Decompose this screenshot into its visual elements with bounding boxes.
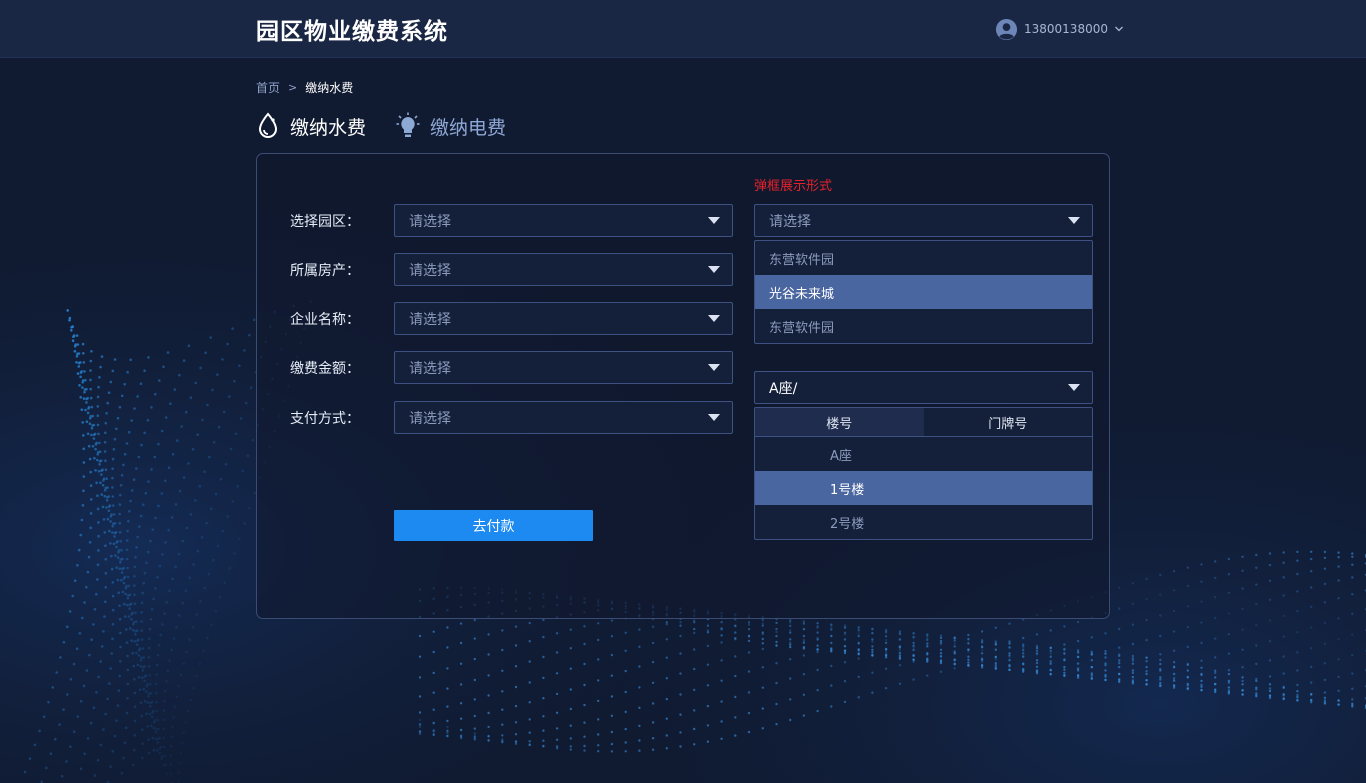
demo-park-select-box: 请选择 — [754, 204, 1093, 237]
breadcrumb-separator: > — [288, 81, 298, 94]
demo-park-select-placeholder: 请选择 — [769, 213, 811, 230]
pay-button[interactable]: 去付款 — [394, 510, 593, 541]
cascader-tab-door-number[interactable]: 门牌号 — [924, 408, 1093, 436]
top-bar: 园区物业缴费系统 13800138000 — [0, 0, 1366, 58]
payment-method-label: 支付方式： — [290, 410, 360, 427]
caret-down-icon — [1068, 384, 1080, 391]
caret-down-icon — [708, 266, 720, 273]
park-options-list: 东营软件园 光谷未来城 东营软件园 — [754, 240, 1093, 344]
demo-park-select[interactable]: 请选择 — [754, 204, 1093, 237]
form-row-park: 选择园区： 请选择 — [290, 204, 733, 237]
building-cascader: 楼号 门牌号 A座 1号楼 2号楼 — [754, 407, 1093, 540]
caret-down-icon — [708, 217, 720, 224]
park-select-placeholder: 请选择 — [409, 213, 451, 230]
company-label: 企业名称： — [290, 311, 360, 328]
cascader-tab-building[interactable]: 楼号 — [755, 408, 924, 436]
tab-water-fee[interactable]: 缴纳水费 — [256, 112, 366, 140]
chevron-down-icon — [1115, 26, 1123, 32]
form-row-property: 所属房产： 请选择 — [290, 253, 733, 286]
demo-building-select[interactable]: A座/ — [754, 371, 1093, 404]
tab-water-fee-label: 缴纳水费 — [290, 116, 367, 139]
popup-demo-note: 弹框展示形式 — [754, 179, 833, 194]
caret-down-icon — [1068, 217, 1080, 224]
demo-building-select-value: A座/ — [769, 380, 798, 397]
form-row-payment-method: 支付方式： 请选择 — [290, 401, 733, 434]
park-option[interactable]: 东营软件园 — [755, 309, 1092, 343]
breadcrumb-current: 缴纳水费 — [305, 81, 354, 95]
breadcrumb-home[interactable]: 首页 — [256, 79, 280, 96]
user-avatar-icon — [995, 18, 1018, 40]
tab-electric-fee[interactable]: 缴纳电费 — [396, 112, 506, 140]
caret-down-icon — [708, 364, 720, 371]
park-label: 选择园区： — [290, 213, 360, 230]
breadcrumb: 首页 > 缴纳水费 — [256, 79, 353, 96]
park-select[interactable]: 请选择 — [394, 204, 733, 237]
caret-down-icon — [708, 414, 720, 421]
demo-building-select-box: A座/ — [754, 371, 1093, 404]
water-drop-icon — [258, 112, 278, 138]
payment-method-select[interactable]: 请选择 — [394, 401, 733, 434]
building-option[interactable]: A座 — [755, 437, 1092, 471]
company-select[interactable]: 请选择 — [394, 302, 733, 335]
park-option[interactable]: 东营软件园 — [755, 241, 1092, 275]
property-select-placeholder: 请选择 — [409, 262, 451, 279]
property-label: 所属房产： — [290, 262, 360, 279]
fee-tabs: 缴纳水费 缴纳电费 — [256, 112, 506, 140]
amount-select-placeholder: 请选择 — [409, 360, 451, 377]
cascader-tabs: 楼号 门牌号 — [755, 408, 1092, 437]
user-menu[interactable]: 13800138000 — [995, 17, 1124, 41]
caret-down-icon — [708, 315, 720, 322]
park-option-selected[interactable]: 光谷未来城 — [755, 275, 1092, 309]
payment-method-select-placeholder: 请选择 — [409, 410, 451, 427]
user-phone: 13800138000 — [1024, 22, 1108, 36]
form-row-amount: 缴费金额： 请选择 — [290, 351, 733, 384]
building-option[interactable]: 2号楼 — [755, 505, 1092, 539]
lightbulb-icon — [396, 112, 420, 137]
property-select[interactable]: 请选择 — [394, 253, 733, 286]
app-title: 园区物业缴费系统 — [256, 19, 448, 45]
amount-select[interactable]: 请选择 — [394, 351, 733, 384]
company-select-placeholder: 请选择 — [409, 311, 451, 328]
amount-label: 缴费金额： — [290, 360, 360, 377]
tab-electric-fee-label: 缴纳电费 — [430, 116, 507, 139]
building-option-selected[interactable]: 1号楼 — [755, 471, 1092, 505]
form-row-company: 企业名称： 请选择 — [290, 302, 733, 335]
